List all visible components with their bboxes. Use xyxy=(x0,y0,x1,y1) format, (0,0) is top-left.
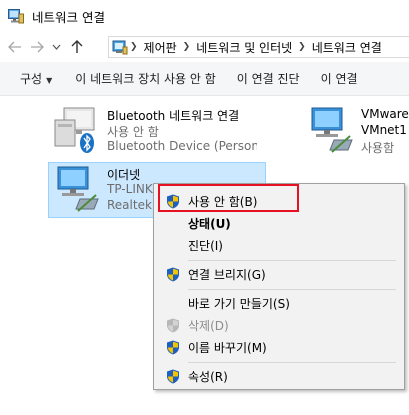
connection-name: Bluetooth 네트워크 연결 xyxy=(107,109,240,123)
window-title: 네트워크 연결 xyxy=(32,9,105,25)
connection-name: 이더넷 xyxy=(107,168,141,182)
context-menu: 사용 안 함(B) 상태(U) 진단(I) 연결 브리지(G) 바로 가기 만들… xyxy=(153,183,405,390)
rename-connection-button[interactable]: 이 연결 xyxy=(309,70,367,87)
connection-device: 사용함 xyxy=(361,141,395,155)
address-bar[interactable]: ❯ 제어판 ❯ 네트워크 및 인터넷 ❯ 네트워크 연결 xyxy=(108,36,409,58)
command-bar: 구성 ▼ 이 네트워크 장치 사용 안 함 이 연결 진단 이 연결 xyxy=(0,62,409,96)
network-adapter-icon xyxy=(304,106,356,159)
menu-item-delete[interactable]: 삭제(D) xyxy=(154,314,404,336)
menu-item-label: 삭제(D) xyxy=(188,318,229,333)
breadcrumb-separator-icon[interactable]: ❯ xyxy=(130,42,138,52)
menu-item-label: 바로 가기 만들기(S) xyxy=(188,296,290,311)
menu-item-label: 속성(R) xyxy=(188,369,228,384)
dropdown-caret-icon: ▼ xyxy=(46,76,53,85)
annotation-highlight-box xyxy=(158,184,299,212)
uac-shield-icon xyxy=(166,340,180,355)
up-arrow-icon[interactable] xyxy=(66,36,88,58)
menu-item-label: 연결 브리지(G) xyxy=(188,267,266,282)
connection-status: VMnet1 xyxy=(361,123,407,137)
breadcrumb-control-panel[interactable]: 제어판 xyxy=(144,39,177,56)
chevron-down-icon[interactable] xyxy=(48,36,64,58)
network-connections-icon xyxy=(8,8,24,24)
connection-name: VMware xyxy=(361,107,409,121)
menu-item-label: 진단(I) xyxy=(188,238,223,253)
menu-item-rename[interactable]: 이름 바꾸기(M) xyxy=(154,336,404,358)
menu-separator xyxy=(188,260,396,261)
organize-button[interactable]: 구성 ▼ xyxy=(0,70,66,87)
disable-device-button[interactable]: 이 네트워크 장치 사용 안 함 xyxy=(66,70,225,87)
connection-item-vmware[interactable]: VMware VMnet1 사용함 xyxy=(304,104,409,158)
menu-item-status[interactable]: 상태(U) xyxy=(154,212,404,234)
connection-device: Bluetooth Device (Persona... xyxy=(107,139,257,153)
uac-shield-icon xyxy=(166,318,180,333)
breadcrumb-network-connections[interactable]: 네트워크 연결 xyxy=(312,39,382,56)
navigation-bar: ❯ 제어판 ❯ 네트워크 및 인터넷 ❯ 네트워크 연결 xyxy=(0,32,409,62)
breadcrumb-network-and-internet[interactable]: 네트워크 및 인터넷 xyxy=(196,39,292,56)
organize-label: 구성 xyxy=(20,72,43,86)
title-bar: 네트워크 연결 xyxy=(0,0,409,32)
menu-item-bridge[interactable]: 연결 브리지(G) xyxy=(154,263,404,285)
control-panel-icon xyxy=(112,39,128,55)
menu-item-label: 이름 바꾸기(M) xyxy=(188,340,267,355)
back-arrow-icon[interactable] xyxy=(4,36,26,58)
menu-separator xyxy=(188,289,396,290)
uac-shield-icon xyxy=(166,369,180,384)
breadcrumb-separator-icon[interactable]: ❯ xyxy=(298,42,306,52)
menu-item-diagnose[interactable]: 진단(I) xyxy=(154,234,404,256)
connection-status: 사용 안 함 xyxy=(107,125,159,139)
menu-item-label: 상태(U) xyxy=(188,216,231,231)
connection-item-bluetooth[interactable]: Bluetooth 네트워크 연결 사용 안 함 Bluetooth Devic… xyxy=(50,104,280,158)
menu-item-properties[interactable]: 속성(R) xyxy=(154,365,404,387)
menu-item-create-shortcut[interactable]: 바로 가기 만들기(S) xyxy=(154,292,404,314)
forward-arrow-icon[interactable] xyxy=(26,36,48,58)
bluetooth-network-icon xyxy=(50,106,102,159)
menu-separator xyxy=(188,362,396,363)
diagnose-connection-button[interactable]: 이 연결 진단 xyxy=(225,70,309,87)
breadcrumb-separator-icon[interactable]: ❯ xyxy=(183,42,191,52)
ethernet-adapter-icon xyxy=(50,165,102,218)
connection-status: TP-LINK xyxy=(107,182,153,196)
uac-shield-icon xyxy=(166,267,180,282)
